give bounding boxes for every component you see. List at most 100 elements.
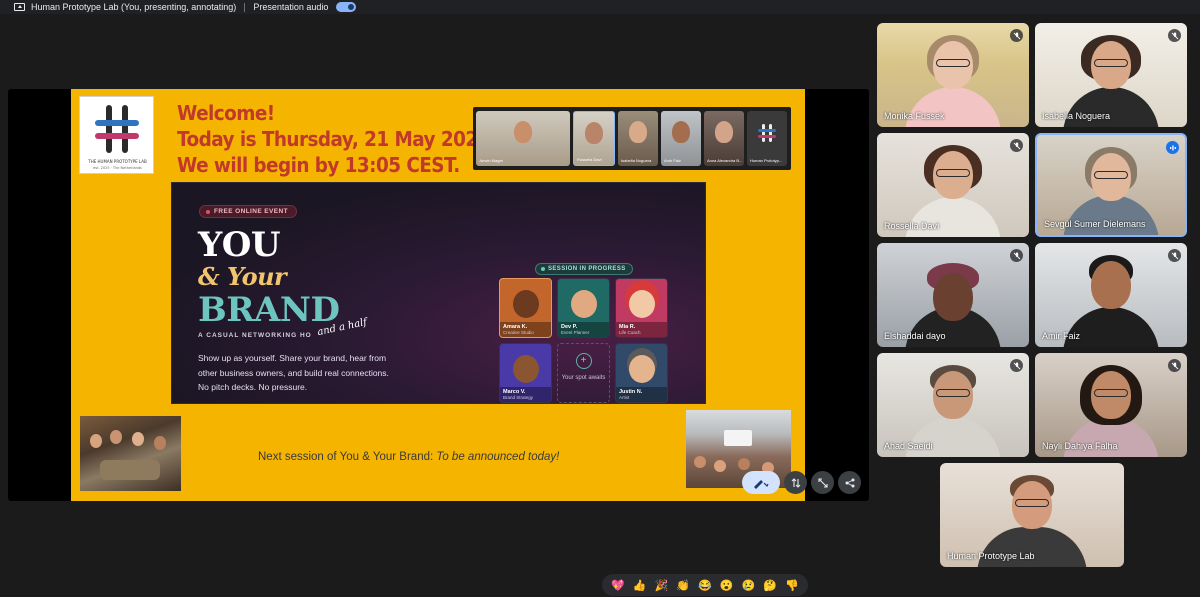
tile-role: Creative Studio bbox=[503, 330, 534, 335]
participant-name: Ahad Saeidi bbox=[884, 441, 933, 451]
participant-body bbox=[905, 417, 1001, 457]
top-bar: Human Prototype Lab (You, presenting, an… bbox=[0, 0, 1200, 14]
title-your: & Your bbox=[198, 262, 287, 291]
welcome-line-1: Welcome! bbox=[177, 101, 275, 125]
participant-name: Sevgül Sumer Dielemans bbox=[1044, 219, 1146, 229]
participant-tile[interactable]: Isabella Noguera bbox=[1035, 23, 1187, 127]
meeting-thumbnail-strip: Jorwin Maget Rosselia Davi Isabella Nogu… bbox=[473, 107, 791, 170]
title-brand: BRAND bbox=[198, 290, 340, 330]
participant-body bbox=[1063, 195, 1159, 235]
participant-name: Monika Fussek bbox=[884, 111, 945, 121]
tile-role: Artist bbox=[619, 395, 630, 400]
participant-tile[interactable]: Rossella Davì bbox=[877, 133, 1029, 237]
divider bbox=[244, 2, 246, 12]
thumb-person bbox=[585, 122, 603, 144]
present-screen-icon bbox=[14, 3, 25, 11]
open-spot-tile[interactable]: + Your spot awaits bbox=[557, 343, 610, 403]
open-spot-label: Your spot awaits bbox=[561, 375, 606, 381]
swap-icon bbox=[791, 477, 800, 488]
participant-name: Elshaddai dayo bbox=[884, 331, 946, 341]
thumb-name: Jorwin Maget bbox=[479, 158, 503, 163]
avatar bbox=[628, 290, 655, 318]
reactions-bar: 💖 👍 🎉 👏 😂 😮 😢 🤔 👎 bbox=[602, 574, 808, 596]
attendee-tile: Marco V. Brand Strategy bbox=[499, 343, 552, 403]
mic-muted-icon bbox=[1168, 359, 1181, 372]
thumb-person bbox=[629, 121, 647, 143]
participant-tile[interactable]: Monika Fussek bbox=[877, 23, 1029, 127]
reaction-heart-icon[interactable]: 💖 bbox=[611, 579, 625, 592]
thumb-tile: Human Prototyp... bbox=[747, 111, 787, 166]
reaction-party-icon[interactable]: 🎉 bbox=[655, 579, 669, 592]
glasses bbox=[1094, 389, 1128, 397]
mic-muted-icon bbox=[1010, 359, 1023, 372]
reaction-thumbs-down-icon[interactable]: 👎 bbox=[785, 579, 799, 592]
avatar bbox=[570, 290, 597, 318]
event-description: Show up as yourself. Share your brand, h… bbox=[198, 353, 389, 392]
session-badge: SESSION IN PROGRESS bbox=[535, 263, 633, 275]
thumb-tile: Anna Alexandra B... bbox=[704, 111, 744, 166]
title-you: YOU bbox=[198, 225, 281, 265]
swap-view-button[interactable] bbox=[784, 471, 807, 494]
participant-tile[interactable]: Amir Faiz bbox=[1035, 243, 1187, 347]
glasses bbox=[936, 389, 970, 397]
participant-tile[interactable]: Ahad Saeidi bbox=[877, 353, 1029, 457]
plus-icon: + bbox=[575, 353, 592, 369]
reaction-sad-icon[interactable]: 😢 bbox=[742, 579, 756, 592]
reaction-clap-icon[interactable]: 👏 bbox=[676, 579, 690, 592]
share-icon bbox=[845, 478, 854, 487]
tile-role: Life Coach bbox=[619, 330, 641, 335]
reaction-thinking-icon[interactable]: 🤔 bbox=[763, 579, 777, 592]
participant-face bbox=[1091, 261, 1131, 309]
participant-tile-speaking[interactable]: Sevgül Sumer Dielemans bbox=[1035, 133, 1187, 237]
share-button[interactable] bbox=[838, 471, 861, 494]
glasses bbox=[936, 59, 970, 67]
hash-logo-icon bbox=[95, 105, 139, 153]
avatar bbox=[512, 290, 539, 318]
welcome-line-3: We will begin by 13:05 CEST. bbox=[177, 153, 460, 177]
attendee-tile: Mia R. Life Coach bbox=[615, 278, 668, 338]
glasses bbox=[1094, 171, 1128, 179]
presentation-audio-toggle[interactable] bbox=[336, 2, 357, 12]
thumb-name: Anna Alexandra B... bbox=[707, 158, 743, 163]
fullscreen-button[interactable] bbox=[811, 471, 834, 494]
group-photo-left bbox=[80, 416, 181, 491]
glasses bbox=[936, 169, 970, 177]
glasses bbox=[1094, 59, 1128, 67]
thumb-tile: Jorwin Maget bbox=[476, 111, 570, 166]
tile-role: Brand Strategy bbox=[503, 395, 534, 400]
mic-muted-icon bbox=[1010, 139, 1023, 152]
reaction-surprised-icon[interactable]: 😮 bbox=[720, 579, 734, 592]
mic-muted-icon bbox=[1168, 249, 1181, 262]
welcome-line-2: Today is Thursday, 21 May 2026. bbox=[177, 127, 497, 151]
expand-icon bbox=[817, 477, 828, 488]
thumb-person bbox=[672, 121, 690, 143]
presentation-audio-label: Presentation audio bbox=[253, 2, 329, 12]
thumb-name: Rosselia Davi bbox=[577, 157, 602, 162]
reaction-thumbs-up-icon[interactable]: 👍 bbox=[633, 579, 647, 592]
thumb-tile: Rosselia Davi bbox=[573, 111, 615, 166]
meeting-title: Human Prototype Lab (You, presenting, an… bbox=[31, 2, 237, 12]
annotate-pen-button[interactable] bbox=[742, 471, 780, 494]
participant-tile[interactable]: Elshaddai dayo bbox=[877, 243, 1029, 347]
mic-muted-icon bbox=[1010, 29, 1023, 42]
reaction-laugh-icon[interactable]: 😂 bbox=[698, 579, 712, 592]
thumb-tile: Amir Faiz bbox=[661, 111, 701, 166]
logo-subcaption: est. 2025 · The Netherlands bbox=[93, 166, 142, 170]
thumb-person bbox=[715, 121, 733, 143]
event-tagline: A CASUAL NETWORKING HO bbox=[198, 332, 312, 339]
participant-body bbox=[1063, 307, 1159, 347]
thumb-name: Isabella Noguera bbox=[621, 158, 652, 163]
participant-body bbox=[905, 197, 1001, 237]
participant-name: Nayli Dahiya Falha bbox=[1042, 441, 1118, 451]
attendee-tile: Justin N. Artist bbox=[615, 343, 668, 403]
tile-role: Event Planner bbox=[561, 330, 590, 335]
participant-tile[interactable]: Nayli Dahiya Falha bbox=[1035, 353, 1187, 457]
attendee-tile: Dev P. Event Planner bbox=[557, 278, 610, 338]
avatar bbox=[628, 355, 655, 383]
participant-body bbox=[905, 87, 1001, 127]
thumb-name: Human Prototyp... bbox=[750, 158, 783, 163]
free-event-badge: FREE ONLINE EVENT bbox=[199, 205, 297, 218]
lab-logo: THE HUMAN PROTOTYPE LAB est. 2025 · The … bbox=[79, 96, 154, 174]
participant-tile-self[interactable]: Human Prototype Lab bbox=[940, 463, 1124, 567]
mic-muted-icon bbox=[1168, 29, 1181, 42]
